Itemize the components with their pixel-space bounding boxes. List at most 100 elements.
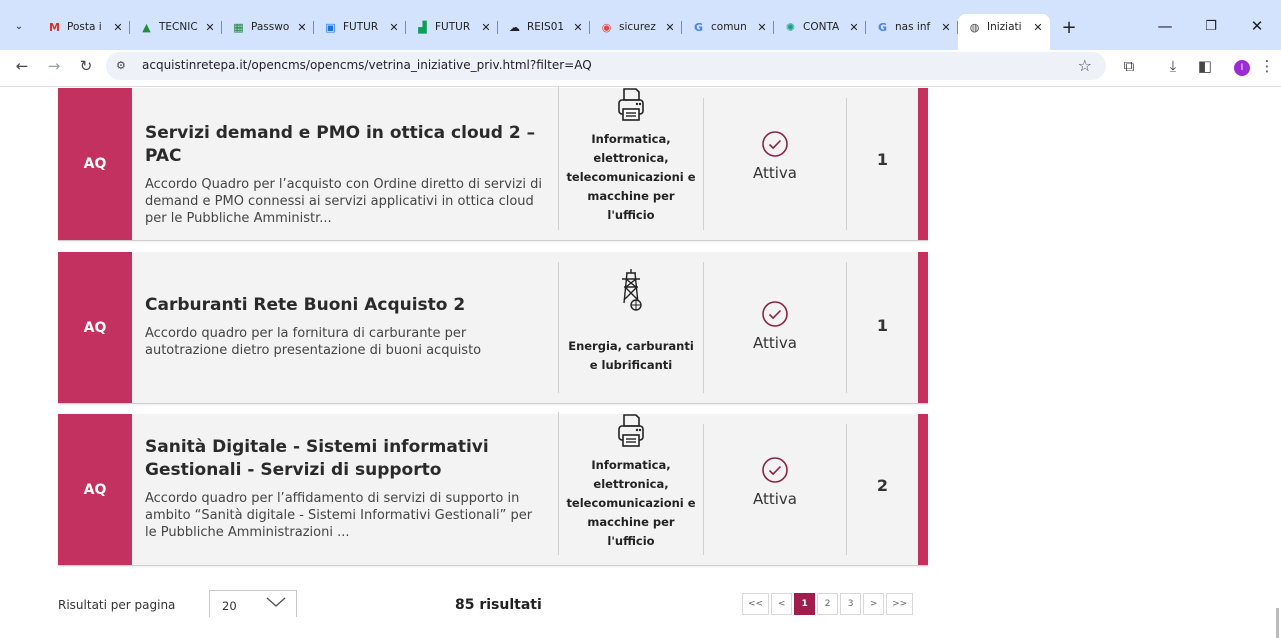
google-icon: G: [693, 20, 704, 34]
browser-tab[interactable]: M Posta i ✕: [38, 14, 130, 40]
browser-toolbar: ← → ↻ ⚙ acquistinretepa.it/opencms/openc…: [0, 50, 1281, 87]
browser-tab[interactable]: ▣ FUTUR ✕: [314, 14, 406, 40]
lots-count: 1: [846, 262, 918, 393]
address-bar[interactable]: ⚙ acquistinretepa.it/opencms/opencms/vet…: [106, 52, 1106, 80]
tab-close-icon[interactable]: ✕: [664, 21, 676, 34]
category-column: Informatica, elettronica, telecomunicazi…: [558, 412, 703, 555]
tab-close-icon[interactable]: ✕: [572, 21, 584, 34]
card-accent-stripe: [918, 252, 928, 403]
tab-label: comun: [711, 21, 747, 33]
category-column: Informatica, elettronica, telecomunicazi…: [558, 86, 703, 230]
tab-label: Posta i: [67, 21, 102, 33]
app-icon: ▣: [325, 20, 336, 34]
new-tab-button[interactable]: +: [1056, 14, 1082, 40]
browser-tab[interactable]: ◉ sicurez ✕: [590, 14, 682, 40]
site-settings-icon[interactable]: ⚙: [116, 59, 130, 73]
card-accent-stripe: [918, 88, 928, 240]
status-label: Attiva: [753, 164, 797, 182]
card-accent-stripe: [918, 414, 928, 565]
tab-close-icon[interactable]: ✕: [112, 21, 124, 34]
initiative-card[interactable]: AQ Sanità Digitale - Sistemi informativi…: [58, 412, 928, 566]
tab-list: M Posta i ✕ ▲ TECNIC ✕ ▦ Passwo ✕ ▣ FUTUR ✕ ▟ FUTUR ✕ ☁…: [38, 14, 1082, 50]
tab-label: FUTUR: [343, 21, 379, 33]
profile-avatar[interactable]: I: [1234, 60, 1250, 76]
lots-count-value: 1: [876, 150, 889, 169]
tab-close-icon[interactable]: ✕: [756, 21, 768, 34]
card-body: Sanità Digitale - Sistemi informativi Ge…: [145, 436, 545, 541]
close-window-icon[interactable]: ✕: [1238, 13, 1276, 39]
results-count: 85 risultati: [455, 597, 542, 613]
lots-count: 2: [846, 424, 918, 555]
tab-close-icon[interactable]: ✕: [1032, 21, 1044, 34]
tab-close-icon[interactable]: ✕: [296, 21, 308, 34]
category-label: Informatica, elettronica, telecomunicazi…: [566, 458, 696, 548]
browser-tab[interactable]: Gcomun ✕: [682, 14, 774, 40]
card-description: Accordo quadro per l’affidamento di serv…: [145, 491, 533, 540]
status-label: Attiva: [753, 334, 797, 352]
tab-close-icon[interactable]: ✕: [940, 21, 952, 34]
tab-close-icon[interactable]: ✕: [848, 21, 860, 34]
url-text[interactable]: acquistinretepa.it/opencms/opencms/vetri…: [142, 58, 592, 72]
browser-tab[interactable]: ▲ TECNIC ✕: [130, 14, 222, 40]
tab-label: REIS01: [527, 21, 565, 33]
page-button[interactable]: >>: [886, 593, 914, 615]
scrollbar-thumb[interactable]: [1276, 608, 1279, 638]
tab-label: Passwo: [251, 21, 290, 33]
chevron-down-icon[interactable]: [264, 593, 288, 609]
tab-label: FUTUR: [435, 21, 471, 33]
check-circle-icon: [762, 301, 788, 327]
energy-tower-icon: [622, 269, 642, 311]
tab-close-icon[interactable]: ✕: [480, 21, 492, 34]
check-circle-icon: [762, 131, 788, 157]
side-panel-icon[interactable]: ◧: [1194, 55, 1216, 77]
page-button[interactable]: 2: [817, 593, 839, 615]
page-button[interactable]: <<: [742, 593, 770, 615]
chatgpt-icon: ✺: [785, 20, 796, 34]
minimize-icon[interactable]: —: [1146, 13, 1184, 39]
status-column: Attiva: [703, 98, 846, 230]
category-column: Energia, carburanti e lubrificanti: [558, 262, 703, 393]
cloud-icon: ☁: [509, 20, 520, 34]
browser-tab[interactable]: Gnas inf ✕: [866, 14, 958, 40]
menu-kebab-icon[interactable]: ⋮: [1256, 55, 1278, 77]
back-icon[interactable]: ←: [10, 54, 34, 78]
results-per-page-value[interactable]: 20: [222, 599, 237, 613]
tab-search-chevron-icon[interactable]: ⌄: [8, 15, 30, 37]
copilot-icon: ◉: [601, 20, 612, 34]
tab-close-icon[interactable]: ✕: [388, 21, 400, 34]
results-per-page-select[interactable]: 20: [209, 590, 297, 617]
extensions-icon[interactable]: ⧉: [1118, 55, 1140, 77]
tab-close-icon[interactable]: ✕: [204, 21, 216, 34]
restore-icon[interactable]: ❐: [1192, 13, 1230, 39]
type-badge: AQ: [58, 414, 132, 565]
page-button[interactable]: >: [863, 593, 885, 615]
browser-tab[interactable]: ▟ FUTUR ✕: [406, 14, 498, 40]
tab-label: CONTA: [803, 21, 840, 33]
forward-icon[interactable]: →: [42, 54, 66, 78]
printer-icon: [618, 414, 644, 447]
tab-label: Iniziati: [987, 21, 1022, 33]
initiative-card[interactable]: AQ Servizi demand e PMO in ottica cloud …: [58, 86, 928, 241]
card-title[interactable]: Servizi demand e PMO in ottica cloud 2 –…: [145, 122, 545, 168]
page-content: AQ Servizi demand e PMO in ottica cloud …: [0, 86, 1281, 638]
page-button[interactable]: 3: [840, 593, 862, 615]
reload-icon[interactable]: ↻: [74, 54, 98, 78]
page-button[interactable]: 1: [794, 593, 816, 615]
card-title[interactable]: Sanità Digitale - Sistemi informativi Ge…: [145, 436, 545, 482]
initiative-card[interactable]: AQ Carburanti Rete Buoni Acquisto 2 Acco…: [58, 252, 928, 404]
browser-tab[interactable]: ✺ CONTA ✕: [774, 14, 866, 40]
browser-tab-active[interactable]: ◍ Iniziati ✕: [958, 14, 1050, 50]
lots-count-value: 2: [876, 476, 889, 495]
browser-tab[interactable]: ☁ REIS01 ✕: [498, 14, 590, 40]
results-footer: Risultati per pagina 20 85 risultati << <…: [0, 590, 1281, 617]
page-button[interactable]: <: [771, 593, 793, 615]
browser-tab-strip: ⌄ M Posta i ✕ ▲ TECNIC ✕ ▦ Passwo ✕ ▣ FUTUR ✕ ▟ FUTUR…: [0, 0, 1281, 50]
category-label: Energia, carburanti e lubrificanti: [568, 339, 694, 372]
card-body: Carburanti Rete Buoni Acquisto 2 Accordo…: [145, 294, 545, 359]
card-title[interactable]: Carburanti Rete Buoni Acquisto 2: [145, 294, 545, 317]
browser-tab[interactable]: ▦ Passwo ✕: [222, 14, 314, 40]
category-label: Informatica, elettronica, telecomunicazi…: [566, 132, 696, 222]
card-description: Accordo quadro per la fornitura di carbu…: [145, 326, 482, 358]
bookmark-star-icon[interactable]: ☆: [1078, 56, 1092, 75]
download-icon[interactable]: ⤓: [1162, 55, 1184, 77]
